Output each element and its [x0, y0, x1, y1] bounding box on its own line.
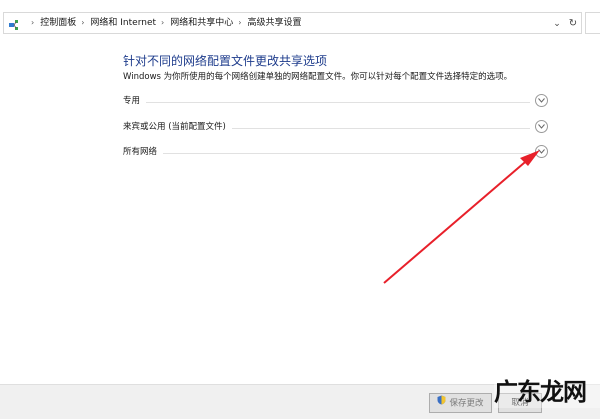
chevron-down-icon[interactable]: ⌄ [550, 17, 564, 31]
breadcrumb-item-sharing-center[interactable]: 网络和共享中心 [170, 18, 233, 28]
section-label: 专用 [123, 94, 147, 108]
section-private[interactable]: 专用 [123, 94, 548, 110]
breadcrumb-item-advanced-sharing[interactable]: 高级共享设置 [247, 18, 301, 28]
address-bar: › 控制面板 › 网络和 Internet › 网络和共享中心 › 高级共享设置 ⌄ ↻ [0, 7, 600, 35]
breadcrumb-separator-icon[interactable]: › [81, 16, 84, 30]
refresh-icon[interactable]: ↻ [566, 17, 580, 31]
search-box[interactable] [585, 12, 600, 34]
expand-chevron-icon[interactable] [535, 145, 548, 158]
expand-chevron-icon[interactable] [535, 94, 548, 107]
breadcrumb-separator-icon[interactable]: › [161, 16, 164, 30]
breadcrumb-separator-icon: › [31, 18, 35, 27]
breadcrumb-separator-icon[interactable]: › [238, 16, 241, 30]
watermark: 广东龙网 [494, 372, 600, 408]
uac-shield-icon [437, 394, 446, 412]
address-box[interactable]: › 控制面板 › 网络和 Internet › 网络和共享中心 › 高级共享设置 ⌄ ↻ [3, 12, 582, 34]
page-title: 针对不同的网络配置文件更改共享选项 [123, 54, 328, 68]
expand-chevron-icon[interactable] [535, 120, 548, 133]
page-description: Windows 为你所使用的每个网络创建单独的网络配置文件。你可以针对每个配置文… [123, 72, 513, 82]
breadcrumb-item-control-panel[interactable]: 控制面板 [40, 18, 76, 28]
breadcrumb: › 控制面板 › 网络和 Internet › 网络和共享中心 › 高级共享设置 [26, 16, 301, 30]
divider [123, 153, 530, 154]
save-changes-button[interactable]: 保存更改 [429, 393, 492, 413]
breadcrumb-item-network-internet[interactable]: 网络和 Internet [90, 18, 156, 28]
section-guest-public[interactable]: 来宾或公用 (当前配置文件) [123, 120, 548, 136]
network-icon [8, 17, 22, 31]
section-label: 来宾或公用 (当前配置文件) [123, 120, 232, 134]
save-button-label: 保存更改 [449, 398, 484, 409]
section-all-networks[interactable]: 所有网络 [123, 145, 548, 161]
section-label: 所有网络 [123, 145, 164, 159]
divider [123, 102, 530, 103]
